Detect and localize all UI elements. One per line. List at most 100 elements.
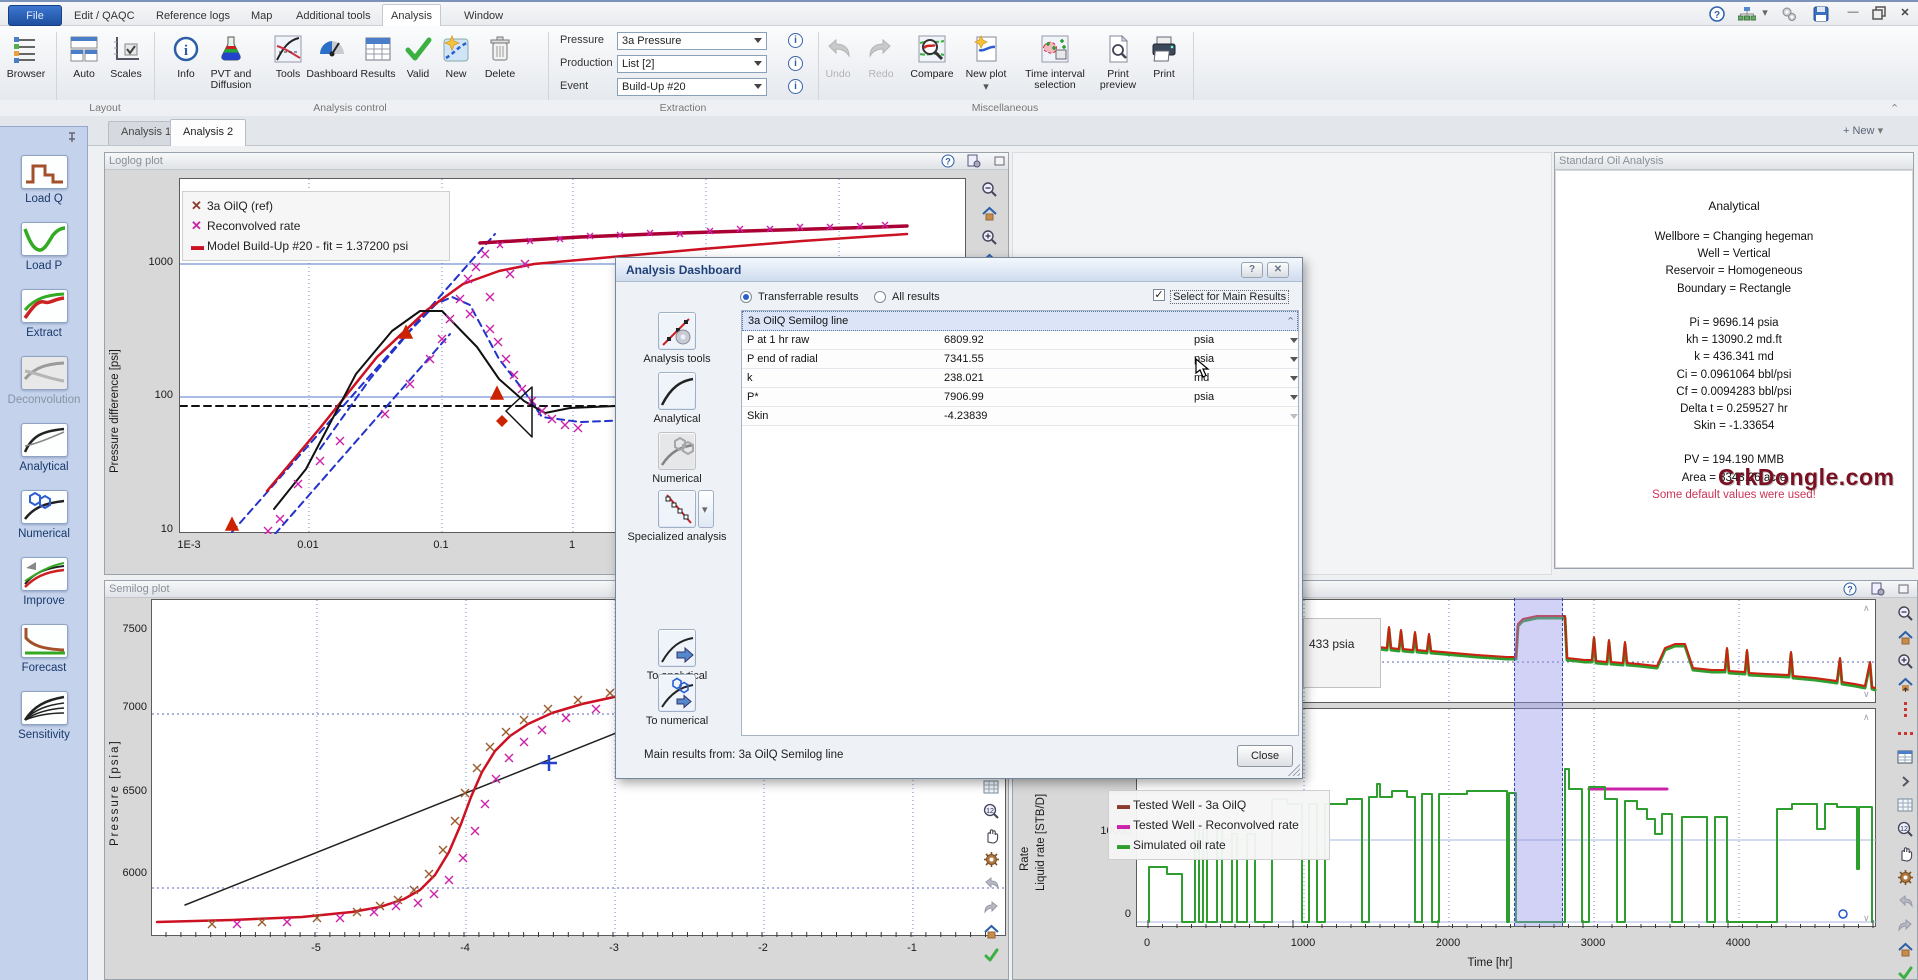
transferrable-results-radio[interactable] [740, 291, 752, 303]
undo-zoom-icon[interactable] [1897, 893, 1914, 910]
pressure-select-arrow-icon[interactable] [754, 38, 762, 47]
file-menu-button[interactable]: File [8, 5, 62, 26]
production-info-icon[interactable]: i [788, 56, 803, 71]
history-settings-icon[interactable] [1871, 582, 1885, 597]
pan-hand-icon[interactable] [983, 827, 1000, 844]
scroll-up-icon[interactable]: ∧ [1863, 603, 1870, 614]
sidebar-item-numerical[interactable]: Numerical [0, 490, 88, 540]
result-row[interactable]: P end of radial7341.55psia [742, 350, 1298, 369]
pressure-info-icon[interactable]: i [788, 33, 803, 48]
time-interval-selection-button[interactable]: Time interval selection [1022, 34, 1088, 91]
new-tab-dropdown-icon[interactable]: ▾ [1878, 125, 1884, 137]
vertical-markers-icon[interactable] [1897, 701, 1914, 718]
unit-dropdown-icon[interactable] [1290, 376, 1298, 385]
results-group-header[interactable]: 3a OilQ Semilog line ⌃ [742, 311, 1298, 331]
specialized-analysis-button[interactable] [658, 490, 696, 528]
sidebar-item-deconvolution[interactable]: Deconvolution [0, 356, 88, 406]
loglog-settings-icon[interactable] [967, 154, 981, 169]
redo-zoom-icon[interactable] [1897, 917, 1914, 934]
pan-hand-icon[interactable] [1897, 845, 1914, 862]
transferrable-results-label[interactable]: Transferrable results [758, 291, 858, 303]
analytical-button[interactable] [658, 372, 696, 410]
browser-button[interactable]: Browser [0, 34, 52, 80]
menu-tab-window[interactable]: Window [456, 6, 511, 26]
menu-tab-analysis[interactable]: Analysis [382, 4, 441, 28]
window-close-icon[interactable]: ✕ [1894, 6, 1916, 24]
event-select[interactable]: Build-Up #20 [617, 78, 767, 96]
pin-icon[interactable] [66, 131, 78, 146]
compare-button[interactable]: Compare [906, 34, 958, 80]
sidebar-item-forecast[interactable]: Forecast [0, 624, 88, 674]
save-icon[interactable] [1810, 6, 1832, 24]
dialog-close-icon[interactable]: ✕ [1267, 262, 1289, 278]
home-scale-icon[interactable] [983, 923, 1000, 940]
ribbon-collapse-chevron-icon[interactable]: ⌃ [1890, 102, 1899, 115]
sidebar-item-improve[interactable]: Improve [0, 557, 88, 607]
sidebar-item-sensitivity[interactable]: Sensitivity [0, 691, 88, 741]
dialog-title-bar[interactable]: Analysis Dashboard [616, 258, 1302, 282]
menu-tab-reference-logs[interactable]: Reference logs [148, 6, 238, 26]
new-analysis-tab-button[interactable]: + New ▾ [1843, 124, 1883, 137]
data-table-icon[interactable] [1897, 749, 1914, 766]
select-main-results-label[interactable]: Select for Main Results [1170, 290, 1289, 304]
print-preview-button[interactable]: Print preview [1092, 34, 1144, 91]
pressure-select[interactable]: 3a Pressure [617, 32, 767, 50]
home-scale-icon[interactable] [1897, 941, 1914, 958]
home-scale-icon[interactable] [981, 205, 998, 222]
production-select[interactable]: List [2] [617, 55, 767, 73]
select-main-results-checkbox[interactable]: ✓ [1153, 289, 1165, 301]
values-magnifier-icon[interactable]: 12 [983, 803, 1000, 820]
history-minimize-icon[interactable] [1897, 582, 1911, 597]
close-button[interactable]: Close [1237, 745, 1293, 767]
table-icon[interactable] [1897, 797, 1914, 814]
home-scale-icon[interactable] [1897, 629, 1914, 646]
zoom-in-icon[interactable] [1897, 653, 1914, 670]
unit-dropdown-icon[interactable] [1290, 338, 1298, 347]
all-results-label[interactable]: All results [892, 291, 940, 303]
expand-right-icon[interactable] [1897, 773, 1914, 790]
dashboard-button[interactable]: Dashboard [306, 34, 358, 80]
values-magnifier-icon[interactable]: 12 [1897, 821, 1914, 838]
plot-settings-gear-icon[interactable] [983, 851, 1000, 868]
window-restore-icon[interactable] [1868, 6, 1890, 24]
sidebar-item-load-p[interactable]: Load P [0, 222, 88, 272]
result-row[interactable]: P at 1 hr raw6809.92psia [742, 331, 1298, 350]
resize-grip[interactable] [1288, 764, 1300, 776]
to-analytical-button[interactable] [658, 629, 696, 667]
loglog-panel-header[interactable]: Loglog plot [105, 153, 1008, 170]
dialog-help-icon[interactable]: ? [1241, 262, 1263, 278]
plot-settings-gear-icon[interactable] [1897, 869, 1914, 886]
result-row[interactable]: k238.021md [742, 369, 1298, 388]
specialized-analysis-dropdown[interactable]: ▾ [698, 490, 714, 528]
unit-dropdown-icon[interactable] [1290, 357, 1298, 366]
loglog-minimize-icon[interactable] [993, 154, 1007, 169]
event-info-icon[interactable]: i [788, 79, 803, 94]
delete-button[interactable]: Delete [474, 34, 526, 80]
sidebar-item-load-q[interactable]: Load Q [0, 155, 88, 205]
sidebar-item-extract[interactable]: Extract [0, 289, 88, 339]
unit-dropdown-icon[interactable] [1290, 395, 1298, 404]
table-icon[interactable] [983, 779, 1000, 796]
tab-analysis-2[interactable]: Analysis 2 [170, 119, 246, 146]
scroll-down-icon[interactable]: ∨ [1863, 913, 1870, 924]
new-plot-dropdown-icon[interactable]: ▾ [960, 80, 1012, 93]
network-tree-icon[interactable] [1736, 6, 1758, 24]
loglog-help-icon[interactable]: ? [941, 154, 955, 169]
zoom-in-icon[interactable] [981, 229, 998, 246]
print-button[interactable]: Print [1138, 34, 1190, 80]
menu-tab-edit-qaqc[interactable]: Edit / QAQC [66, 6, 143, 26]
collapse-chevron-icon[interactable]: ⌃ [1286, 315, 1295, 328]
scroll-down-icon[interactable]: ∨ [1863, 689, 1870, 700]
standard-oil-panel-header[interactable]: Standard Oil Analysis [1555, 153, 1913, 170]
all-results-radio[interactable] [874, 291, 886, 303]
redo-button[interactable]: Redo [855, 34, 907, 80]
scroll-up-icon[interactable]: ∧ [1863, 712, 1870, 723]
time-selection-band[interactable] [1514, 598, 1563, 926]
event-select-arrow-icon[interactable] [754, 84, 762, 93]
sidebar-item-analytical[interactable]: Analytical [0, 423, 88, 473]
redo-zoom-icon[interactable] [983, 899, 1000, 916]
production-select-arrow-icon[interactable] [754, 61, 762, 70]
network-dropdown-icon[interactable]: ▾ [1760, 6, 1770, 24]
zoom-out-icon[interactable] [1897, 605, 1914, 622]
analysis-tools-button[interactable] [658, 312, 696, 350]
